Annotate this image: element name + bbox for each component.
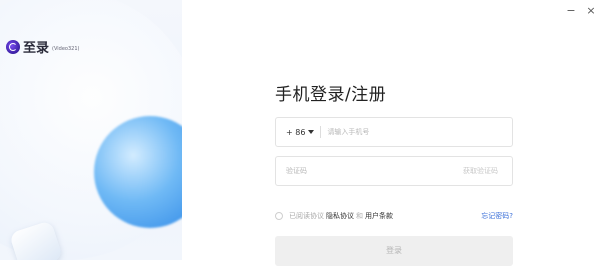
privacy-policy-link[interactable]: 隐私协议 — [326, 211, 354, 221]
agree-radio[interactable] — [275, 212, 283, 220]
app-logo-subtitle: (Video321) — [52, 45, 80, 52]
verification-code-input[interactable] — [280, 157, 463, 185]
agreement-row: 已阅读协议 隐私协议 和 用户条款 忘记密码? — [275, 209, 513, 223]
page-title: 手机登录/注册 — [275, 85, 387, 105]
phone-input[interactable] — [321, 118, 512, 146]
country-code-select[interactable]: + 86 — [276, 118, 320, 146]
caret-down-icon — [308, 130, 315, 134]
app-logo-name: 至录 — [23, 41, 50, 56]
phone-field: + 86 — [275, 117, 513, 147]
login-button[interactable]: 登录 — [275, 236, 513, 266]
get-code-button[interactable]: 获取验证码 — [463, 166, 512, 176]
app-logo: 至录 (Video321) — [6, 37, 79, 56]
country-code-value: + 86 — [286, 127, 306, 137]
terms-link[interactable]: 用户条款 — [365, 211, 393, 221]
verification-code-field: 获取验证码 — [275, 156, 513, 186]
window-controls: − × — [565, 4, 597, 17]
login-illustration-panel: 至录 (Video321) — [0, 0, 182, 260]
agreement-and: 和 — [356, 212, 363, 220]
minimize-button[interactable]: − — [565, 4, 577, 17]
app-logo-icon — [6, 39, 20, 54]
forgot-password-link[interactable]: 忘记密码? — [481, 211, 513, 221]
agreement-prefix: 已阅读协议 — [289, 212, 324, 220]
close-button[interactable]: × — [585, 4, 597, 17]
